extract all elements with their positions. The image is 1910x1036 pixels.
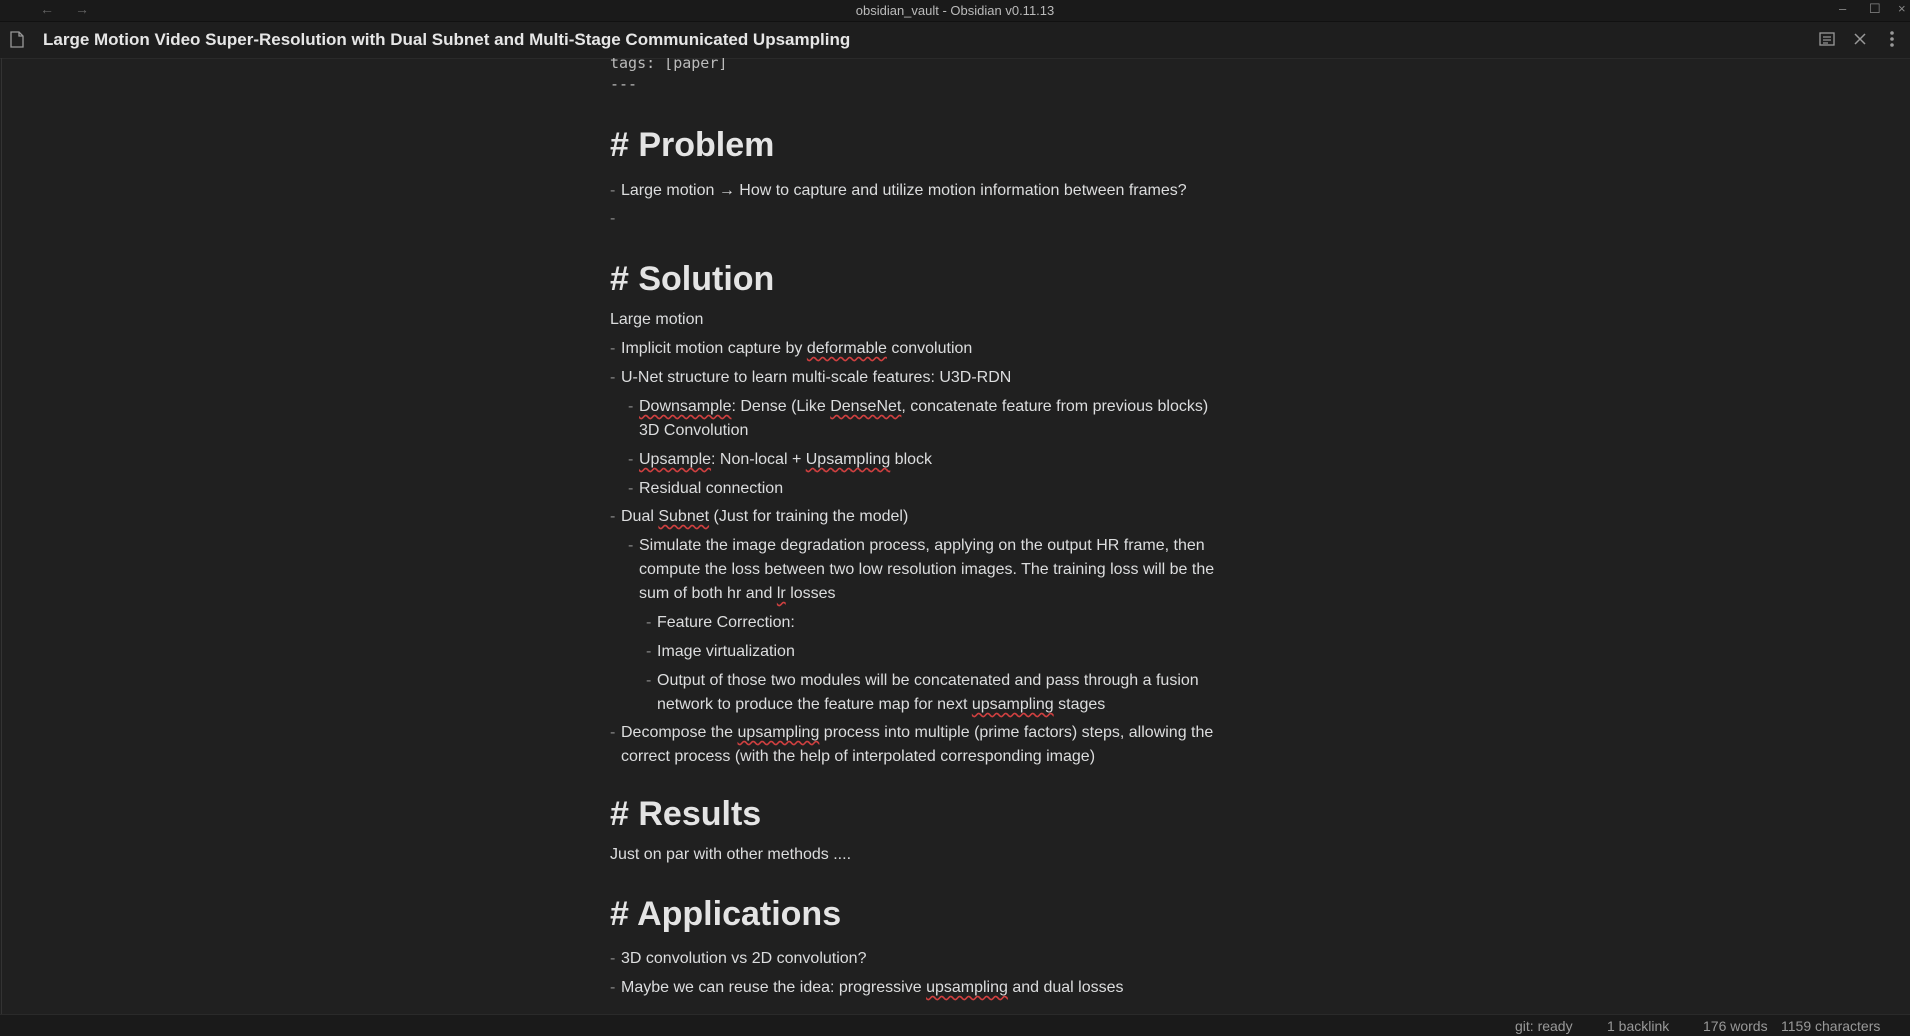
status-bar: git: ready 1 backlink 176 words 1159 cha… <box>0 1014 1910 1036</box>
window-title: obsidian_vault - Obsidian v0.11.13 <box>855 3 1055 18</box>
pane-divider <box>1 58 2 1014</box>
paragraph: Large motion <box>610 311 704 328</box>
list-item-continuation: compute the loss between two low resolut… <box>639 561 1215 578</box>
list-item-continuation: sum of both hr and lr losses <box>639 585 836 602</box>
list-item-continuation: 3D Convolution <box>639 422 749 439</box>
list-item: - Residual connection <box>628 480 784 497</box>
list-item: - Downsample: Dense (Like DenseNet, conca… <box>628 398 1209 415</box>
minimize-icon[interactable]: – <box>1839 1 1846 16</box>
window-close-icon[interactable]: × <box>1898 1 1906 16</box>
list-item: -3D convolution vs 2D convolution? <box>610 950 867 967</box>
list-item: - Simulate the image degradation process,… <box>628 537 1205 554</box>
heading-applications: # Applications <box>610 895 842 933</box>
list-item: - Large motion → How to capture and utili… <box>610 182 1187 199</box>
note-title[interactable]: Large Motion Video Super-Resolution with… <box>43 30 850 50</box>
word-count: 176 words <box>1703 1018 1768 1034</box>
heading-problem: # Problem <box>610 126 775 164</box>
list-item: - Implicit motion capture by deformable c… <box>610 340 973 357</box>
list-item: - Feature Correction: <box>646 614 795 631</box>
character-count: 1159 characters <box>1781 1018 1881 1034</box>
reading-view-icon[interactable] <box>1818 30 1836 48</box>
backlink-count[interactable]: 1 backlink <box>1607 1018 1669 1034</box>
list-item-continuation: network to produce the feature map for n… <box>657 696 1106 713</box>
paragraph: Just on par with other methods .... <box>610 846 852 863</box>
git-status[interactable]: git: ready <box>1515 1018 1573 1034</box>
list-item: - Output of those two modules will be con… <box>646 672 1199 689</box>
list-item: - Decompose the upsampling process into m… <box>610 724 1214 741</box>
list-item-continuation: correct process (with the help of interp… <box>621 748 1096 765</box>
maximize-icon[interactable]: ☐ <box>1869 1 1881 17</box>
list-item-empty: - <box>610 210 616 227</box>
list-item: - Image virtualization <box>646 643 795 660</box>
title-bar: ← → obsidian_vault - Obsidian v0.11.13 –… <box>0 0 1910 22</box>
editor-content[interactable]: tags: [paper] --- # Problem - Large motio… <box>610 58 1270 1014</box>
heading-results: # Results <box>610 795 762 833</box>
more-options-icon[interactable] <box>1883 30 1901 48</box>
list-item: - U-Net structure to learn multi-scale fe… <box>610 369 1012 386</box>
frontmatter-end: --- <box>610 75 638 93</box>
list-item: - Dual Subnet (Just for training the mode… <box>610 508 909 525</box>
list-item: - Maybe we can reuse the idea: progressiv… <box>610 979 1124 996</box>
heading-solution: # Solution <box>610 260 775 298</box>
close-pane-icon[interactable] <box>1851 30 1869 48</box>
note-header: Large Motion Video Super-Resolution with… <box>0 22 1910 59</box>
file-icon <box>10 31 24 48</box>
list-item: - Upsample: Non-local + Upsampling block <box>628 451 933 468</box>
